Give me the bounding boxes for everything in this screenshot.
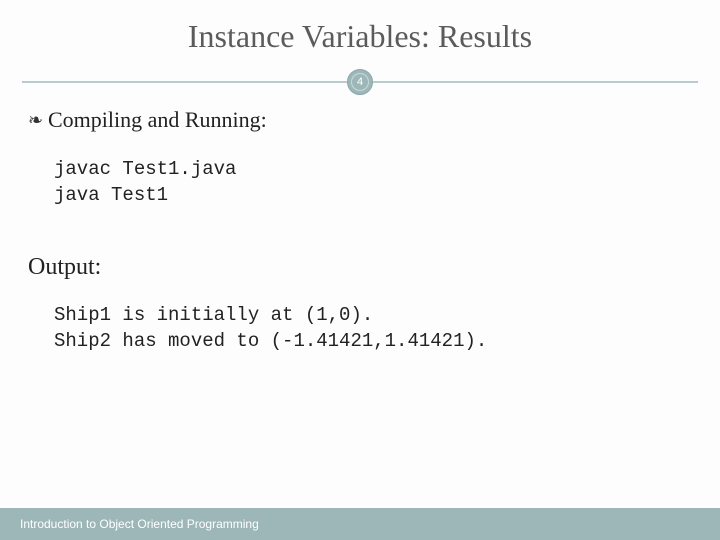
- title-divider: 4: [22, 69, 698, 95]
- content-area: ❧ Compiling and Running: javac Test1.jav…: [0, 107, 720, 355]
- code-block-compile: javac Test1.java java Test1: [54, 157, 692, 208]
- bullet-label: Compiling and Running:: [48, 107, 267, 133]
- slide: Instance Variables: Results 4 ❧ Compilin…: [0, 0, 720, 540]
- page-title: Instance Variables: Results: [0, 0, 720, 69]
- code-block-output: Ship1 is initially at (1,0). Ship2 has m…: [54, 303, 692, 354]
- bullet-icon: ❧: [28, 111, 46, 129]
- footer-text: Introduction to Object Oriented Programm…: [20, 517, 259, 531]
- footer-bar: Introduction to Object Oriented Programm…: [0, 508, 720, 540]
- output-heading: Output:: [28, 254, 692, 281]
- page-number-badge: 4: [347, 69, 373, 95]
- bullet-row: ❧ Compiling and Running:: [28, 107, 692, 133]
- page-number: 4: [351, 73, 369, 91]
